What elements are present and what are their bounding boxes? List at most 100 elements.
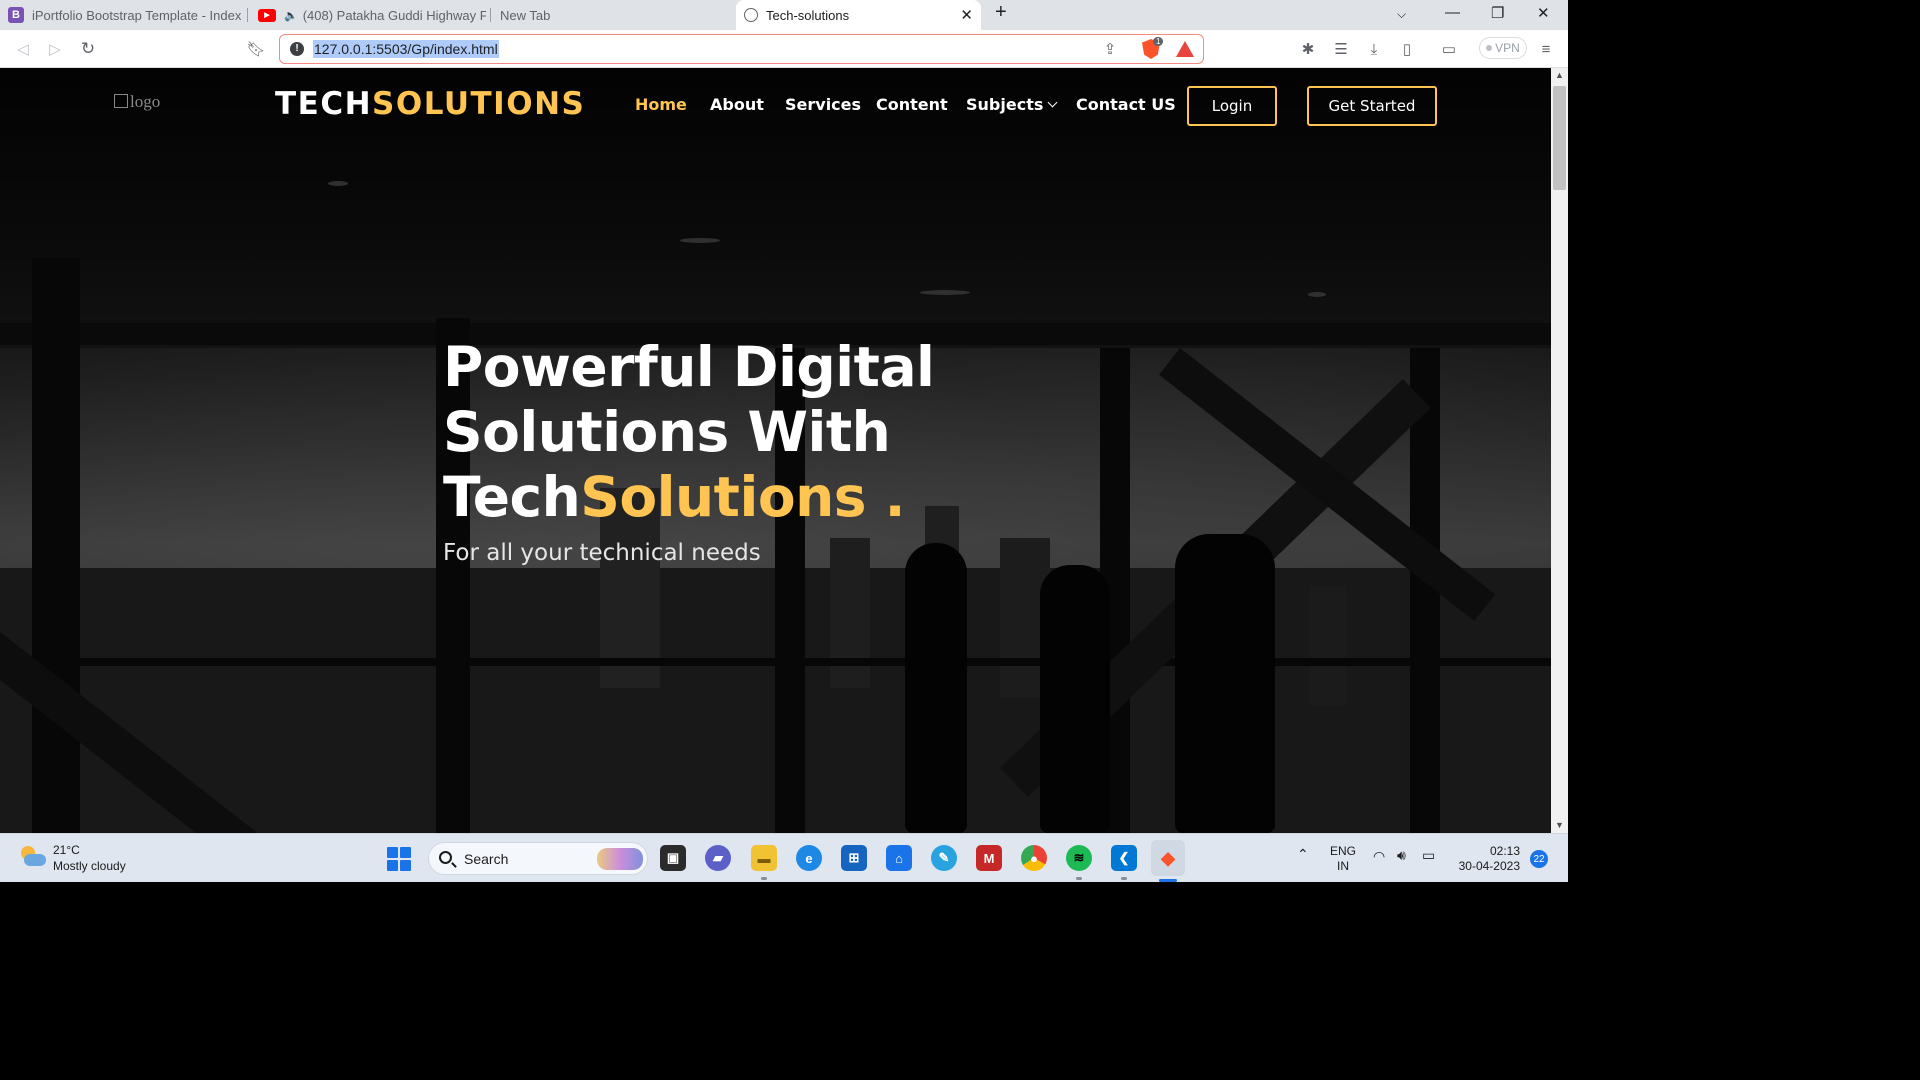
windows-taskbar: 21°C Mostly cloudy Search ▣ ▰ ▬ e ⊞ ⌂ ✎ … [0, 833, 1568, 882]
chevron-up-icon[interactable]: ⌃ [1297, 847, 1309, 862]
site-info-icon[interactable]: ! [290, 42, 304, 56]
search-label: Search [464, 851, 509, 867]
address-bar[interactable]: ! 127.0.0.1:5503/Gp/index.html ⇪ 1 [279, 34, 1204, 64]
brave-icon: ◆ [1161, 847, 1175, 868]
tab-iportfolio[interactable]: B iPortfolio Bootstrap Template - Index [0, 0, 246, 30]
nav-subjects[interactable]: Subjects [966, 95, 1058, 114]
download-icon[interactable]: ⤓ [1364, 39, 1384, 59]
brand-accent: SOLUTIONS [372, 86, 586, 122]
task-view-icon[interactable]: ▣ [660, 845, 686, 871]
running-indicator [1121, 877, 1127, 880]
hero-heading: Powerful Digital Solutions With TechSolu… [443, 335, 1003, 530]
login-button[interactable]: Login [1187, 86, 1277, 126]
playlist-icon[interactable]: ☰ [1331, 39, 1351, 59]
wallet-icon[interactable]: ▭ [1439, 39, 1459, 59]
get-started-button[interactable]: Get Started [1307, 86, 1437, 126]
clock-date: 30-04-2023 [1458, 859, 1520, 873]
wifi-icon[interactable]: ◠ [1373, 849, 1385, 864]
share-icon[interactable]: ⇪ [1100, 39, 1120, 59]
mcafee-icon[interactable]: M [976, 845, 1002, 871]
chrome-icon[interactable]: ● [1021, 845, 1047, 871]
forward-icon[interactable]: ▷ [45, 39, 65, 59]
hero-line-3-accent: Solutions [580, 465, 867, 529]
new-tab-icon[interactable]: + [995, 1, 1007, 24]
close-window-icon[interactable]: ✕ [1537, 4, 1550, 22]
broken-image-icon [114, 94, 128, 108]
nav-services[interactable]: Services [785, 95, 861, 114]
clock-time: 02:13 [1489, 844, 1520, 858]
weather-condition[interactable]: Mostly cloudy [53, 859, 126, 873]
search-icon [439, 851, 452, 864]
brand-title[interactable]: TECHSOLUTIONS [275, 86, 585, 122]
tab-search-chevron-icon[interactable]: ⌵ [1397, 7, 1406, 22]
tab-title: Tech-solutions [766, 7, 850, 23]
taskbar-search[interactable]: Search [428, 842, 648, 875]
speaker-icon[interactable]: 🔈 [284, 9, 298, 22]
site-logo[interactable]: logo [114, 92, 160, 112]
nav-subjects-label: Subjects [966, 95, 1044, 114]
nav-content[interactable]: Content [876, 95, 948, 114]
nav-home[interactable]: Home [635, 95, 687, 114]
search-highlight-icon [597, 848, 643, 870]
url-text[interactable]: 127.0.0.1:5503/Gp/index.html [313, 40, 499, 58]
page-scrollbar[interactable]: ▲ ▼ [1551, 68, 1568, 833]
edge-icon[interactable]: e [796, 845, 822, 871]
tab-title: iPortfolio Bootstrap Template - Index [32, 7, 242, 23]
hero-subtitle: For all your technical needs [443, 540, 761, 566]
brave-taskbar-button[interactable]: ◆ [1151, 840, 1185, 876]
bookmark-icon[interactable]: 🔖︎ [246, 39, 266, 59]
running-indicator [761, 877, 767, 880]
nav-contact[interactable]: Contact US [1076, 95, 1176, 114]
reload-icon[interactable]: ↻ [78, 39, 98, 59]
scrollbar-thumb[interactable] [1553, 86, 1566, 190]
file-explorer-icon[interactable]: ▬ [751, 845, 777, 871]
language-line-1: ENG [1330, 844, 1357, 858]
browser-toolbar: ◁ ▷ ↻ 🔖︎ ! 127.0.0.1:5503/Gp/index.html … [0, 30, 1568, 68]
sidebar-icon[interactable]: ▯ [1397, 39, 1417, 59]
restore-icon[interactable]: ❐ [1491, 4, 1504, 22]
photos-app-icon[interactable]: ✎ [931, 845, 957, 871]
scroll-up-icon[interactable]: ▲ [1551, 70, 1568, 80]
scroll-down-icon[interactable]: ▼ [1551, 820, 1568, 830]
weather-temp[interactable]: 21°C [53, 843, 80, 857]
vpn-label: VPN [1495, 41, 1520, 55]
tab-tech-solutions[interactable]: Tech-solutions ✕ [736, 0, 981, 30]
tab-title: (408) Patakha Guddi Highway Full [302, 7, 486, 23]
shield-count-badge: 1 [1153, 37, 1164, 46]
youtube-icon: ▶ [258, 8, 276, 22]
clock[interactable]: 02:13 30-04-2023 [1455, 844, 1520, 874]
menu-icon[interactable]: ≡ [1536, 39, 1556, 59]
active-indicator [1159, 879, 1177, 882]
hero-line-3-dot: . [866, 465, 906, 529]
security-app-icon[interactable]: ⌂ [886, 845, 912, 871]
weather-cloudy-icon[interactable] [18, 844, 46, 870]
microsoft-store-icon[interactable]: ⊞ [841, 845, 867, 871]
notification-badge[interactable]: 22 [1530, 850, 1548, 868]
brand-main: TECH [275, 86, 373, 122]
hero-line-2: Solutions With [443, 400, 891, 464]
bootstrap-icon: B [8, 7, 24, 23]
nav-about[interactable]: About [710, 95, 764, 114]
spotify-icon[interactable]: ≋ [1066, 845, 1092, 871]
battery-icon[interactable]: ▭ [1422, 848, 1435, 863]
running-indicator [1076, 877, 1082, 880]
tab-youtube[interactable]: ▶ 🔈 (408) Patakha Guddi Highway Full [250, 0, 486, 30]
hero-line-3-main: Tech [443, 465, 581, 529]
vpn-button[interactable]: VPN [1479, 37, 1527, 59]
browser-tab-strip: B iPortfolio Bootstrap Template - Index … [0, 0, 1568, 30]
back-icon[interactable]: ◁ [13, 39, 33, 59]
tab-separator [490, 8, 491, 22]
language-indicator[interactable]: ENG IN [1330, 844, 1356, 874]
vscode-icon[interactable]: ❮ [1111, 845, 1137, 871]
volume-icon[interactable]: 🔊︎ [1397, 848, 1406, 863]
extensions-icon[interactable]: ✱ [1298, 39, 1318, 59]
teams-chat-icon[interactable]: ▰ [705, 845, 731, 871]
brave-rewards-icon[interactable] [1176, 41, 1194, 57]
close-tab-icon[interactable]: ✕ [960, 6, 973, 24]
start-icon[interactable] [387, 847, 411, 871]
tab-separator [247, 8, 248, 22]
globe-icon [744, 8, 758, 22]
minimize-icon[interactable]: — [1445, 4, 1460, 21]
tab-new-tab[interactable]: New Tab [492, 0, 732, 30]
tab-title: New Tab [500, 7, 551, 23]
